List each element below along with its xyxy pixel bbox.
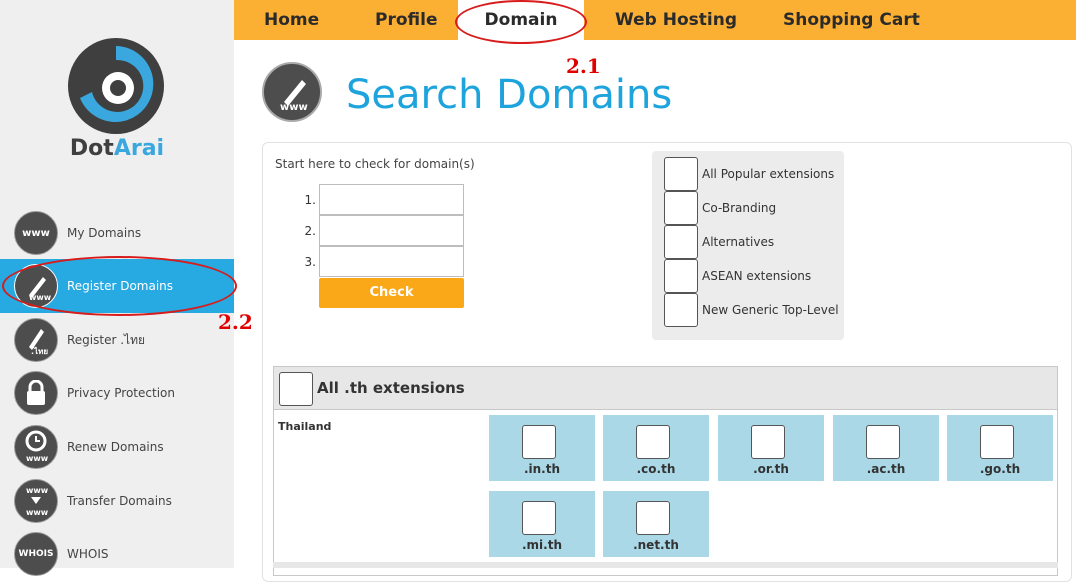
tld-label: .or.th [753,462,789,476]
sidebar-item-my-domains[interactable]: www My Domains [0,206,234,260]
checkbox-tld[interactable] [522,425,556,459]
clock-icon: www [25,430,49,463]
domain-input-1[interactable] [319,184,464,215]
nav-web-hosting[interactable]: Web Hosting [615,0,737,40]
annotation-marker-2-2: 2.2 [218,310,253,334]
sidebar-item-label: Register Domains [67,279,174,293]
tld-label: .co.th [636,462,676,476]
clock-www-icon: www [14,425,58,469]
checkbox-tld[interactable] [636,425,670,459]
tld-tile-net-th[interactable]: .net.th [603,491,709,557]
www-icon: www [14,211,58,255]
sidebar-item-label: Privacy Protection [67,386,175,400]
tld-tile-go-th[interactable]: .go.th [947,415,1053,481]
sidebar-item-whois[interactable]: WHOIS WHOIS [0,527,234,581]
sidebar-item-label: Renew Domains [67,440,164,454]
pen-icon: .ไทย [29,329,48,355]
domain-input-2[interactable] [319,215,464,246]
brand-part-2: Arai [113,136,165,161]
whois-icon: WHOIS [14,532,58,576]
www-text: www [280,102,308,112]
checkbox-tld[interactable] [636,501,670,535]
tld-tile-or-th[interactable]: .or.th [718,415,824,481]
checkbox-alternatives[interactable] [664,225,698,259]
tld-label: .net.th [633,538,679,552]
tld-label: .go.th [979,462,1021,476]
tld-label: .in.th [523,462,561,476]
www-text-top: www [26,486,49,495]
transfer-icon: www www [26,486,49,517]
checkbox-all-popular[interactable] [664,157,698,191]
nav-home[interactable]: Home [264,0,319,40]
tld-tile-co-th[interactable]: .co.th [603,415,709,481]
page-title: Search Domains [346,72,673,118]
pen-icon: www [280,80,308,112]
next-section-strip [273,562,1058,568]
search-domains-icon: www [262,62,322,122]
check-button[interactable]: Check [319,278,464,308]
tld-label: .mi.th [521,538,562,552]
tld-label: .ac.th [866,462,906,476]
www-text: www [29,293,51,301]
thai-text: .ไทย [31,346,48,355]
brand-name: DotArai [0,136,234,161]
lock-shape [27,380,45,405]
th-extensions-title: All .th extensions [317,379,465,397]
sidebar-item-label: My Domains [67,226,142,240]
sidebar-item-register-thai[interactable]: .ไทย Register .ไทย [0,313,234,367]
sidebar-item-renew-domains[interactable]: www Renew Domains [0,420,234,474]
checkbox-tld[interactable] [980,425,1014,459]
pen-thai-icon: .ไทย [14,318,58,362]
checkbox-asean[interactable] [664,259,698,293]
checkbox-tld[interactable] [866,425,900,459]
row-number: 2. [304,224,316,238]
ext-label-co-branding: Co-Branding [702,201,777,215]
checkbox-new-gtld[interactable] [664,293,698,327]
domain-input-3[interactable] [319,246,464,277]
tld-tile-ac-th[interactable]: .ac.th [833,415,939,481]
checkbox-tld[interactable] [522,501,556,535]
pen-icon: www [29,277,51,301]
brand-part-1: Dot [69,136,114,161]
sidebar-item-transfer-domains[interactable]: www www Transfer Domains [0,474,234,528]
row-number: 3. [304,255,316,269]
ext-label-asean: ASEAN extensions [702,269,812,283]
row-number: 1. [304,193,316,207]
dotarai-logo-icon[interactable] [66,36,166,136]
lock-icon [14,371,58,415]
pen-www-icon: www [14,264,58,308]
sidebar-item-label: WHOIS [67,547,109,561]
nav-domain[interactable]: Domain [458,0,584,40]
www-text-bottom: www [26,508,49,517]
nav-shopping-cart[interactable]: Shopping Cart [783,0,920,40]
tld-tile-mi-th[interactable]: .mi.th [489,491,595,557]
tld-tile-in-th[interactable]: .in.th [489,415,595,481]
checkbox-co-branding[interactable] [664,191,698,225]
sidebar-item-label: Register .ไทย [67,332,146,347]
sidebar: DotArai www My Domains www Register Doma… [0,0,234,576]
www-text: www [26,454,49,463]
sidebar-item-privacy-protection[interactable]: Privacy Protection [0,366,234,420]
sidebar-item-register-domains[interactable]: www Register Domains [0,259,234,313]
checkbox-tld[interactable] [751,425,785,459]
nav-profile[interactable]: Profile [375,0,437,40]
th-country-label: Thailand [278,420,332,433]
transfer-www-icon: www www [14,479,58,523]
ext-label-new-gtld: New Generic Top-Level [702,303,839,317]
checkbox-all-th[interactable] [279,372,313,406]
ext-label-alternatives: Alternatives [702,235,775,249]
sidebar-item-label: Transfer Domains [67,494,172,508]
ext-label-all-popular: All Popular extensions [702,167,835,181]
search-intro: Start here to check for domain(s) [275,157,475,171]
